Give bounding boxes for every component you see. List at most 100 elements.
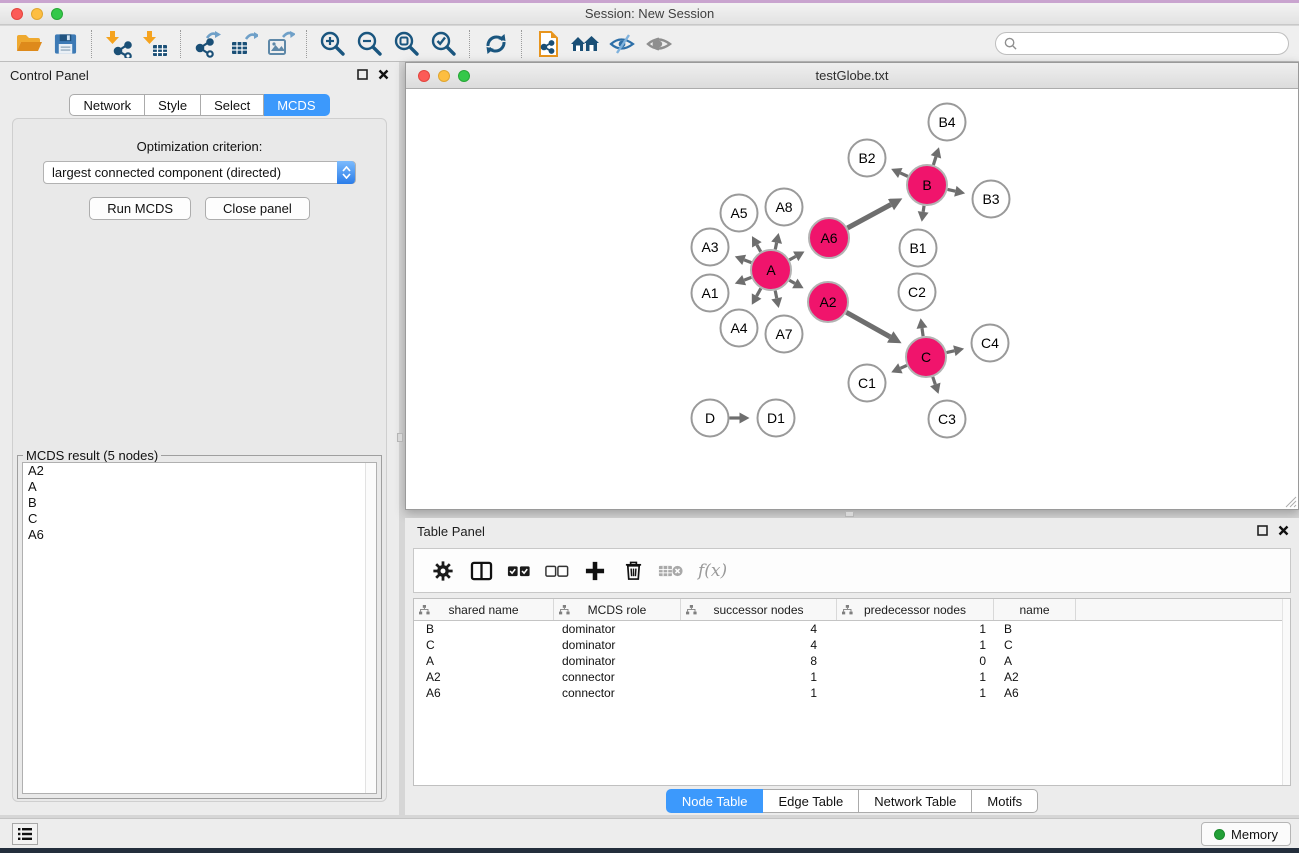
table-cell[interactable]: 1	[837, 669, 994, 685]
table-scrollbar[interactable]	[1282, 599, 1290, 785]
column-header-predecessor-nodes[interactable]: predecessor nodes	[837, 599, 994, 620]
table-row[interactable]: A2connector11A2	[414, 669, 1290, 685]
table-cell[interactable]: A2	[994, 669, 1076, 685]
export-network-button[interactable]	[188, 29, 225, 59]
delete-table-button[interactable]	[654, 554, 688, 588]
table-row[interactable]: Bdominator41B	[414, 621, 1290, 637]
table-cell[interactable]: B	[994, 621, 1076, 637]
close-panel-button[interactable]: Close panel	[205, 197, 310, 220]
table-row[interactable]: A6connector11A6	[414, 685, 1290, 701]
graph-edge-B-B3[interactable]	[948, 189, 956, 191]
mcds-result-list[interactable]: A2ABCA6	[22, 462, 377, 794]
table-cell[interactable]: 1	[837, 637, 994, 653]
table-cell[interactable]: dominator	[554, 621, 681, 637]
column-header-shared-name[interactable]: shared name	[414, 599, 554, 620]
export-image-button[interactable]	[262, 29, 299, 59]
graph-edge-A-A2[interactable]	[789, 280, 795, 283]
import-table-button[interactable]	[136, 29, 173, 59]
graph-edge-B-B1[interactable]	[923, 206, 924, 212]
table-cell[interactable]: 1	[837, 621, 994, 637]
zoom-in-button[interactable]	[314, 29, 351, 59]
table-cell[interactable]: connector	[554, 685, 681, 701]
table-row[interactable]: Adominator80A	[414, 653, 1290, 669]
table-cell[interactable]: B	[414, 621, 554, 637]
delete-columns-button[interactable]	[616, 554, 650, 588]
table-row[interactable]: Cdominator41C	[414, 637, 1290, 653]
graph-edge-A-A6[interactable]	[789, 256, 795, 259]
graph-edge-A-A8[interactable]	[775, 243, 776, 250]
network-canvas[interactable]: B4B2BB3A8A5A6A3B1AC2A1A2A4A7C4CC1C3DD1	[406, 89, 1298, 509]
zoom-out-button[interactable]	[351, 29, 388, 59]
vertical-splitter-handle[interactable]	[397, 433, 403, 442]
run-mcds-button[interactable]: Run MCDS	[89, 197, 191, 220]
table-cell[interactable]: C	[994, 637, 1076, 653]
table-cell[interactable]: dominator	[554, 653, 681, 669]
mcds-result-item[interactable]: A6	[23, 527, 376, 543]
zoom-fit-button[interactable]	[388, 29, 425, 59]
table-cell[interactable]: A	[414, 653, 554, 669]
tab-network-table[interactable]: Network Table	[859, 789, 972, 813]
show-all-networks-button[interactable]	[566, 29, 603, 59]
node-table[interactable]: shared nameMCDS rolesuccessor nodesprede…	[413, 598, 1291, 786]
column-header-name[interactable]: name	[994, 599, 1076, 620]
tab-motifs[interactable]: Motifs	[972, 789, 1038, 813]
table-cell[interactable]: A6	[994, 685, 1076, 701]
graph-edge-C-C2[interactable]	[922, 328, 923, 336]
table-cell[interactable]: connector	[554, 669, 681, 685]
optimization-criterion-select[interactable]: largest connected component (directed)	[43, 161, 356, 184]
table-cell[interactable]: A2	[414, 669, 554, 685]
table-cell[interactable]: A6	[414, 685, 554, 701]
resize-grip-icon[interactable]	[1283, 494, 1297, 508]
list-scrollbar[interactable]	[365, 463, 376, 793]
export-table-button[interactable]	[225, 29, 262, 59]
close-panel-icon[interactable]	[1278, 525, 1289, 536]
show-columns-button[interactable]	[464, 554, 498, 588]
function-builder-button[interactable]: f(x)	[698, 561, 727, 581]
graph-edge-A-A7[interactable]	[775, 291, 777, 299]
open-session-button[interactable]	[10, 29, 47, 59]
tab-select[interactable]: Select	[201, 94, 264, 116]
search-field[interactable]	[995, 32, 1289, 55]
network-window-titlebar[interactable]: testGlobe.txt	[406, 63, 1298, 89]
tab-mcds[interactable]: MCDS	[264, 94, 329, 116]
network-graph[interactable]: B4B2BB3A8A5A6A3B1AC2A1A2A4A7C4CC1C3DD1	[406, 89, 1298, 510]
mcds-result-item[interactable]: A2	[23, 463, 376, 479]
float-panel-icon[interactable]	[357, 69, 368, 80]
horizontal-splitter-handle[interactable]	[845, 511, 854, 517]
graph-edge-A6-B[interactable]	[847, 205, 890, 229]
column-header-successor-nodes[interactable]: successor nodes	[681, 599, 837, 620]
deselect-all-button[interactable]	[540, 554, 574, 588]
column-header-MCDS-role[interactable]: MCDS role	[554, 599, 681, 620]
hide-selected-button[interactable]	[603, 29, 640, 59]
create-column-button[interactable]	[578, 554, 612, 588]
tab-style[interactable]: Style	[145, 94, 201, 116]
graph-edge-C-C3[interactable]	[933, 377, 936, 385]
tab-network[interactable]: Network	[69, 94, 145, 116]
float-panel-icon[interactable]	[1257, 525, 1268, 536]
table-cell[interactable]: 4	[681, 637, 837, 653]
graph-edge-A-A4[interactable]	[757, 288, 761, 296]
graph-edge-B-B2[interactable]	[900, 173, 908, 176]
table-cell[interactable]: A	[994, 653, 1076, 669]
show-hidden-button[interactable]	[640, 29, 677, 59]
table-cell[interactable]: dominator	[554, 637, 681, 653]
table-cell[interactable]: C	[414, 637, 554, 653]
apply-layout-button[interactable]	[477, 29, 514, 59]
show-panels-button[interactable]	[12, 823, 38, 845]
table-cell[interactable]: 0	[837, 653, 994, 669]
graph-edge-A-A3[interactable]	[744, 260, 751, 263]
mcds-result-item[interactable]: B	[23, 495, 376, 511]
tab-edge-table[interactable]: Edge Table	[763, 789, 859, 813]
memory-button[interactable]: Memory	[1201, 822, 1291, 846]
select-all-button[interactable]	[502, 554, 536, 588]
import-network-button[interactable]	[99, 29, 136, 59]
graph-edge-A-A5[interactable]	[757, 245, 761, 252]
save-session-button[interactable]	[47, 29, 84, 59]
table-cell[interactable]: 1	[837, 685, 994, 701]
table-cell[interactable]: 1	[681, 669, 837, 685]
mcds-result-item[interactable]: C	[23, 511, 376, 527]
graph-edge-C-C1[interactable]	[900, 365, 906, 368]
tab-node-table[interactable]: Node Table	[666, 789, 764, 813]
zoom-selected-button[interactable]	[425, 29, 462, 59]
close-panel-icon[interactable]	[378, 69, 389, 80]
